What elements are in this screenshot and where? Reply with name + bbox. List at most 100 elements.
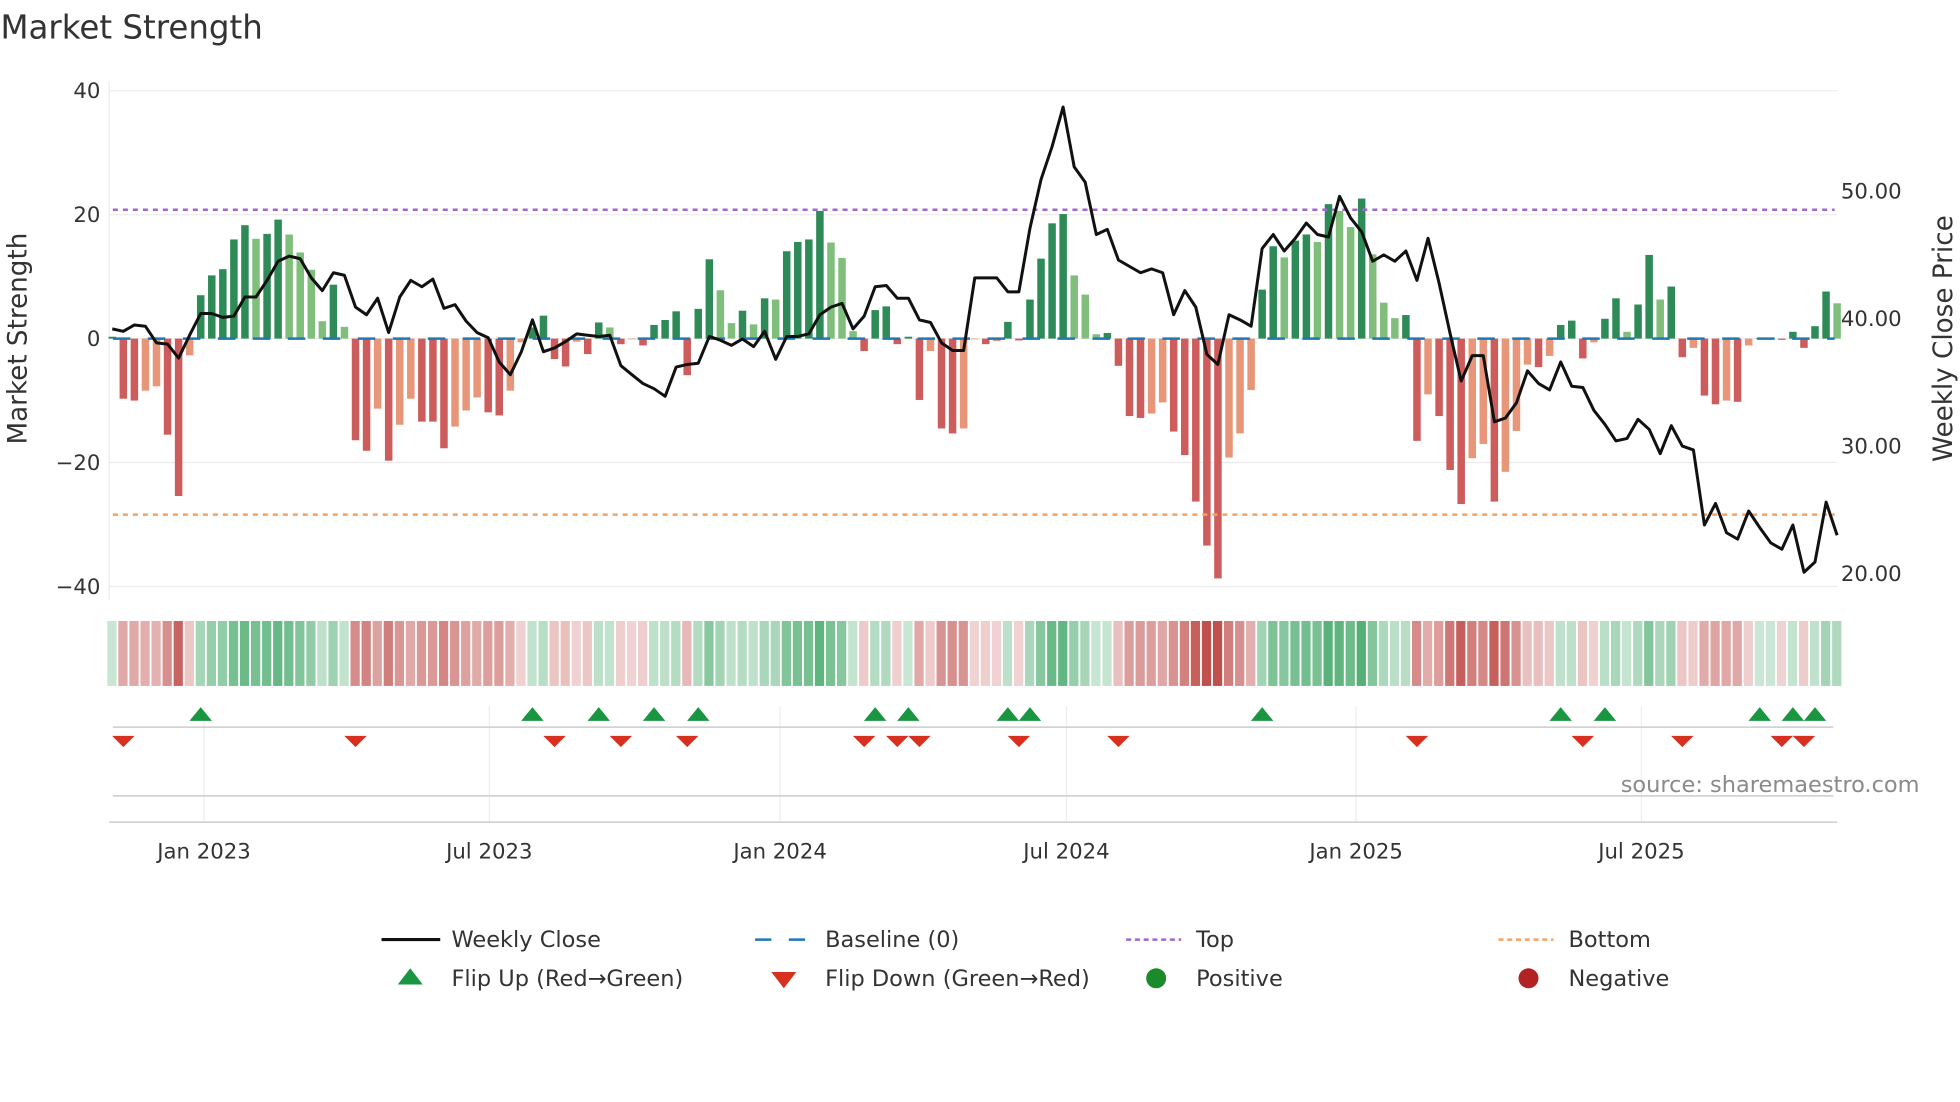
strip-cell xyxy=(1279,620,1289,686)
strip-cell xyxy=(173,620,183,686)
strength-bar xyxy=(628,338,636,340)
strength-bar xyxy=(484,338,492,413)
strip-cell xyxy=(239,620,250,686)
strength-bar xyxy=(1169,338,1178,432)
y2-tick-label: 50.00 xyxy=(1841,180,1902,205)
strength-bar xyxy=(1733,338,1742,402)
strength-bar xyxy=(794,241,802,339)
strength-bar xyxy=(1059,214,1067,339)
flip-up-marker xyxy=(863,707,887,721)
strength-bar xyxy=(351,338,360,441)
strip-cell xyxy=(1555,620,1565,686)
y-tick-label: 20 xyxy=(73,203,100,228)
strip-cell xyxy=(206,620,217,686)
strip-cell xyxy=(1467,620,1477,686)
strip-cell xyxy=(903,620,913,686)
strip-cell xyxy=(1378,620,1389,686)
strip-cell xyxy=(1013,620,1024,686)
strip-cell xyxy=(1743,620,1753,686)
y2-axis-ticks: 50.00 40.00 30.00 20.00 xyxy=(1841,180,1902,587)
strip-cell xyxy=(516,620,526,686)
strip-cell xyxy=(892,620,902,686)
strength-bar xyxy=(174,338,183,497)
y2-tick-label: 20.00 xyxy=(1841,562,1902,587)
chart-title: Market Strength xyxy=(0,9,262,47)
strip-cell xyxy=(1389,620,1400,686)
strength-bar xyxy=(1667,286,1676,339)
strip-cell xyxy=(1246,620,1256,686)
strength-bar xyxy=(1778,338,1786,340)
strength-bar xyxy=(318,321,327,339)
strip-cell xyxy=(1334,620,1344,686)
strip-cell xyxy=(671,620,681,686)
legend-item-line: Weekly Close xyxy=(381,927,601,953)
strength-bar xyxy=(429,338,437,422)
strength-bar xyxy=(1335,210,1344,339)
strength-bar xyxy=(274,219,282,339)
strip-cell xyxy=(1223,620,1234,686)
strip-cell xyxy=(1787,620,1798,686)
flip-up-marker xyxy=(1018,707,1042,721)
strip-cell xyxy=(1058,620,1068,686)
strength-bar xyxy=(1070,275,1078,339)
strip-cell xyxy=(461,620,471,686)
strip-cell xyxy=(1434,620,1444,686)
strip-cell xyxy=(317,620,327,686)
strip-cell xyxy=(914,620,924,686)
strip-cell xyxy=(604,620,615,686)
legend-label: Baseline (0) xyxy=(825,927,959,953)
strength-bar xyxy=(1125,338,1134,417)
strip-cell xyxy=(571,620,581,686)
strip-cell xyxy=(1577,620,1588,686)
strip-cell xyxy=(1113,620,1123,686)
strip-cell xyxy=(1666,620,1676,686)
legend-item-flip-down: Flip Down (Green→Red) xyxy=(771,966,1090,992)
strength-bar xyxy=(395,338,404,425)
strip-cell xyxy=(1091,620,1101,686)
flip-down-marker xyxy=(543,735,566,748)
strip-cell xyxy=(1588,620,1599,686)
flip-up-marker xyxy=(1781,707,1805,721)
strip-cell xyxy=(1677,620,1687,686)
y2-tick-label: 40.00 xyxy=(1841,307,1902,332)
strength-bar xyxy=(827,242,835,339)
strength-bar xyxy=(838,258,846,339)
strength-bar xyxy=(1269,246,1277,339)
strip-cell xyxy=(1544,620,1554,686)
flip-down-marker xyxy=(908,735,931,748)
strength-bar xyxy=(937,338,946,429)
strip-cell xyxy=(383,620,393,686)
strength-bar xyxy=(1811,326,1819,339)
strength-bar xyxy=(705,259,714,339)
strip-cell xyxy=(837,620,847,686)
strip-cell xyxy=(582,620,592,686)
strength-bar xyxy=(1534,338,1543,368)
strip-cell xyxy=(306,620,316,686)
strength-bar xyxy=(1247,338,1255,391)
strength-bar xyxy=(970,338,979,340)
strip-cell xyxy=(1489,620,1499,686)
strength-bar xyxy=(1545,338,1554,356)
strength-bar xyxy=(506,338,515,391)
strip-cell xyxy=(859,620,869,686)
strength-bar xyxy=(926,338,935,351)
strength-bar xyxy=(1357,198,1366,339)
strength-bar xyxy=(1402,315,1410,339)
strength-bar xyxy=(1313,241,1322,339)
strip-cell xyxy=(1478,620,1488,686)
strength-bar xyxy=(384,338,393,461)
strip-cell xyxy=(1290,620,1300,686)
strength-bar xyxy=(1391,318,1399,339)
strip-cell xyxy=(1002,620,1013,686)
strip-cell xyxy=(273,620,283,686)
strength-bar xyxy=(948,338,957,434)
legend-item-flip-up: Flip Up (Red→Green) xyxy=(397,966,683,992)
strip-cell xyxy=(1533,620,1543,686)
strength-bar xyxy=(285,234,293,339)
strip-cell xyxy=(615,620,626,686)
strip-cell xyxy=(438,620,449,686)
y-tick-label: −20 xyxy=(56,451,101,476)
strip-cell xyxy=(339,620,349,686)
strength-bar xyxy=(1302,234,1311,339)
strength-bar xyxy=(860,338,868,351)
